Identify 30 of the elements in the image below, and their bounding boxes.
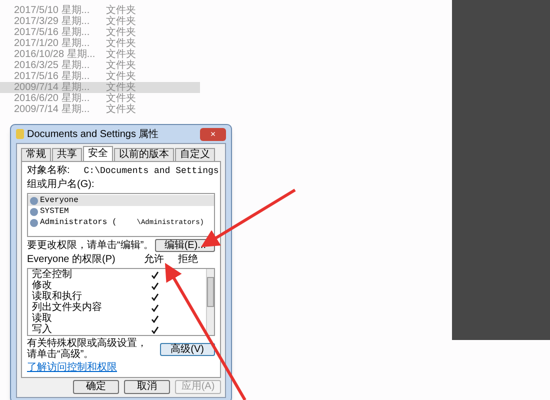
permission-name: 读取和执行 xyxy=(32,290,83,302)
help-link[interactable]: 了解访问控制和权限 xyxy=(27,362,117,374)
tab[interactable]: 共享 xyxy=(52,148,82,161)
advanced-hint: 有关特殊权限或高级设置，请单击“高级”。 xyxy=(27,338,148,360)
tab[interactable]: 安全 xyxy=(83,146,113,161)
permission-name: 列出文件夹内容 xyxy=(32,302,103,312)
dialog-button[interactable]: 取消 xyxy=(124,380,170,394)
group-label: 组或用户名(G): xyxy=(27,179,96,191)
column-header: 允许 xyxy=(143,254,165,266)
object-path: C:\Documents and Settings xyxy=(84,165,219,177)
change-hint: 要更改权限，请单击“编辑”。 xyxy=(27,240,154,252)
scrollbar[interactable] xyxy=(206,269,214,335)
user-item[interactable]: SYSTEM xyxy=(28,206,214,217)
scroll-thumb[interactable] xyxy=(207,277,214,307)
permission-name: 写入 xyxy=(32,324,53,336)
column-header: 拒绝 xyxy=(177,254,199,266)
close-button[interactable]: × xyxy=(200,128,226,140)
permissions-label: Everyone 的权限(P) xyxy=(27,254,116,266)
folder-icon xyxy=(16,129,24,139)
object-label: 对象名称: xyxy=(27,165,70,177)
tab[interactable]: 自定义 xyxy=(175,148,215,161)
tab[interactable]: 常规 xyxy=(21,148,51,161)
dialog-button[interactable]: 确定 xyxy=(73,380,119,394)
permission-name: 读取 xyxy=(32,312,52,324)
tab[interactable]: 以前的版本 xyxy=(114,148,174,161)
permission-name: 修改 xyxy=(32,280,53,290)
permission-name: 完全控制 xyxy=(32,268,73,280)
user-item[interactable]: Everyone xyxy=(28,195,214,206)
advanced-button[interactable]: 高级(V) xyxy=(160,342,215,356)
window-title: Documents and Settings 属性 xyxy=(27,128,160,142)
